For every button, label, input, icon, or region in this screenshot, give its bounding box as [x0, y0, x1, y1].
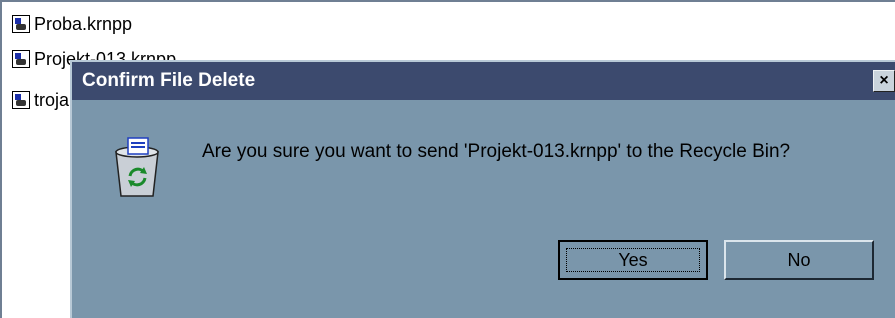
no-label: No — [787, 249, 811, 270]
document-icon — [12, 91, 30, 109]
file-item[interactable]: Proba.krnpp — [12, 13, 132, 35]
no-button[interactable]: No — [724, 240, 874, 280]
document-icon — [12, 15, 30, 33]
recycle-bin-icon — [115, 137, 159, 197]
dialog-title: Confirm File Delete — [82, 70, 256, 91]
close-icon: × — [879, 72, 889, 89]
dialog-titlebar[interactable]: Confirm File Delete × — [72, 62, 895, 100]
dialog-message: Are you sure you want to send 'Projekt-0… — [202, 141, 791, 162]
close-button[interactable]: × — [873, 70, 895, 92]
file-name: Proba.krnpp — [34, 13, 133, 34]
yes-label: Yes — [618, 249, 648, 270]
confirm-delete-dialog: Confirm File Delete × Are you sure you w… — [70, 60, 895, 318]
yes-button[interactable]: Yes — [558, 240, 708, 280]
document-icon — [12, 50, 30, 68]
